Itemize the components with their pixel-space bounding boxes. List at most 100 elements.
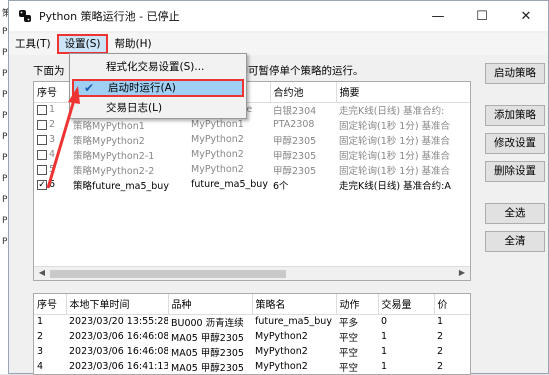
menu-item-trading-settings[interactable]: 程式化交易设置(S)... xyxy=(72,58,244,76)
python-icon xyxy=(17,8,33,24)
strategy-index: 6 xyxy=(49,179,56,190)
scroll-right-icon[interactable]: ▶ xyxy=(456,268,468,280)
strategy-index-cell: ✓ 6 xyxy=(34,177,70,192)
strategy-index-cell: 5 xyxy=(34,162,70,177)
strategy-index-cell: 4 xyxy=(34,147,70,162)
minimize-button[interactable]: — xyxy=(416,1,460,31)
strategy-pool-window: Python 策略运行池 - 已停止 — ☐ ✕ 工具(T) 设置(S) 帮助(… xyxy=(8,0,549,375)
strategy-index: 2 xyxy=(49,119,56,130)
strategy-checkbox[interactable] xyxy=(37,149,47,160)
order-strategy-cell: future_ma5_buy xyxy=(255,316,332,328)
order-price-cell: 2 xyxy=(437,331,444,342)
strategy-index: 3 xyxy=(49,134,56,145)
modify-settings-button[interactable]: 修改设置 xyxy=(485,133,545,154)
strategy-index: 1 xyxy=(49,104,56,116)
menu-item-run-on-start-label: 启动时运行(A) xyxy=(108,82,176,94)
order-action-cell: 平空 xyxy=(339,332,359,344)
menu-settings[interactable]: 设置(S) xyxy=(56,34,109,54)
order-index-cell: 3 xyxy=(37,346,44,357)
strategy-index: 4 xyxy=(49,149,56,160)
order-price-cell: 2 xyxy=(437,346,444,357)
horizontal-scrollbar[interactable]: ◀ ▶ xyxy=(34,266,470,280)
delete-settings-button[interactable]: 删除设置 xyxy=(485,161,545,182)
order-index-cell: 2 xyxy=(37,331,44,342)
strategy-checkbox[interactable] xyxy=(37,119,47,130)
col-order-volume[interactable]: 交易量 xyxy=(378,294,435,315)
clear-all-button[interactable]: 全清 xyxy=(485,231,545,252)
menu-item-trade-log[interactable]: 交易日志(L) xyxy=(72,99,244,117)
strategy-row[interactable]: 3 策略MyPython2 MyPython2 甲醇2305 固定轮询(1秒 1分) 基… xyxy=(34,132,470,147)
order-row[interactable]: 1 2023/03/20 13:55:28 BU000 沥青连续 future_ma5… xyxy=(34,314,470,329)
order-symbol-cell: BU000 沥青连续 xyxy=(171,317,244,329)
start-strategy-button[interactable]: 启动策略 xyxy=(485,63,545,84)
strategy-pool-cell: PTA2308 xyxy=(273,119,315,130)
order-row[interactable]: 3 2023/03/06 16:46:08 MA05 甲醇2305 MyPython2… xyxy=(34,344,470,359)
maximize-button[interactable]: ☐ xyxy=(460,1,504,31)
strategy-checkbox[interactable] xyxy=(37,164,47,175)
col-order-action[interactable]: 动作 xyxy=(336,294,379,315)
strategy-desc-cell: 走完K线(日线) 基准合约: xyxy=(339,105,445,117)
order-strategy-cell: MyPython2 xyxy=(255,331,308,342)
order-action-cell: 平空 xyxy=(339,347,359,359)
order-action-cell: 平多 xyxy=(339,317,359,329)
strategy-name-cell: 策略MyPython2-1 xyxy=(73,150,155,162)
strategy-pool-cell: 甲醇2305 xyxy=(273,135,317,147)
col-order-time[interactable]: 本地下单时间 xyxy=(66,294,169,315)
add-strategy-button[interactable]: 添加策略 xyxy=(485,105,545,126)
strategy-row[interactable]: 4 策略MyPython2-1 MyPython2 甲醇2305 固定轮询(1秒 1分)… xyxy=(34,147,470,162)
settings-menu: 程式化交易设置(S)... ✔ 启动时运行(A) 交易日志(L) xyxy=(69,53,247,119)
menu-item-run-on-start[interactable]: ✔ 启动时运行(A) xyxy=(72,79,244,97)
strategy-file-cell: MyPython1 xyxy=(191,119,244,130)
menu-tools[interactable]: 工具(T) xyxy=(9,34,57,54)
order-symbol-cell: MA05 甲醇2305 xyxy=(171,362,244,374)
strategy-file-cell: future_ma5_buy xyxy=(191,179,268,190)
order-volume-cell: 0 xyxy=(381,316,388,328)
col-order-index[interactable]: 序号 xyxy=(34,294,67,315)
col-index[interactable]: 序号 xyxy=(34,82,71,103)
strategy-name-cell: 策略future_ma5_buy xyxy=(73,180,169,192)
col-pool[interactable]: 合约池 xyxy=(270,82,337,103)
strategy-file-cell: MyPython2 xyxy=(191,149,244,160)
menu-bar: 工具(T) 设置(S) 帮助(H) xyxy=(9,33,548,55)
strategy-index: 5 xyxy=(49,164,56,175)
strategy-row[interactable]: ✓ 6 策略future_ma5_buy future_ma5_buy 6个 走完K线(日… xyxy=(34,177,470,192)
col-desc[interactable]: 摘要 xyxy=(336,82,470,103)
col-order-price[interactable]: 价 xyxy=(434,294,470,315)
strategy-file-cell: MyPython2 xyxy=(191,164,244,175)
scroll-thumb[interactable] xyxy=(50,270,286,278)
strategy-desc-cell: 固定轮询(1秒 1分) 基准合 xyxy=(339,165,451,177)
strategy-name-cell: 策略MyPython2-2 xyxy=(73,165,155,177)
strategy-desc-cell: 走完K线(日线) 基准合约:A xyxy=(339,180,451,192)
order-symbol-cell: MA05 甲醇2305 xyxy=(171,347,244,359)
order-symbol-cell: MA05 甲醇2305 xyxy=(171,332,244,344)
checkmark-icon: ✔ xyxy=(84,81,95,95)
strategy-row[interactable]: 5 策略MyPython2-2 MyPython2 甲醇2305 固定轮询(1秒 1分)… xyxy=(34,162,470,177)
order-price-cell: 1 xyxy=(437,316,444,328)
order-time-cell: 2023/03/20 13:55:28 xyxy=(69,316,168,328)
window-title: Python 策略运行池 - 已停止 xyxy=(39,10,180,23)
strategy-pool-cell: 甲醇2305 xyxy=(273,150,317,162)
scroll-left-icon[interactable]: ◀ xyxy=(36,268,48,280)
order-volume-cell: 1 xyxy=(381,346,388,357)
col-order-symbol[interactable]: 品种 xyxy=(168,294,253,315)
order-table: 序号 本地下单时间 品种 策略名 动作 交易量 价 1 2023/03/20 13… xyxy=(34,294,470,374)
strategy-name-cell: 策略MyPython1 xyxy=(73,120,145,132)
strategy-desc-cell: 固定轮询(1秒 1分) 基准合 xyxy=(339,120,451,132)
strategy-checkbox[interactable] xyxy=(37,104,47,115)
close-button[interactable]: ✕ xyxy=(504,1,548,31)
menu-help[interactable]: 帮助(H) xyxy=(108,34,157,54)
order-index-cell: 1 xyxy=(37,316,44,328)
strategy-checkbox[interactable]: ✓ xyxy=(37,179,47,190)
strategy-checkbox[interactable] xyxy=(37,134,47,145)
strategy-row[interactable]: 2 策略MyPython1 MyPython1 PTA2308 固定轮询(1秒 1分) … xyxy=(34,117,470,132)
hint-left: 下面为 xyxy=(33,65,65,77)
order-volume-cell: 1 xyxy=(381,331,388,342)
order-strategy-cell: MyPython2 xyxy=(255,361,308,372)
col-order-strategy[interactable]: 策略名 xyxy=(252,294,337,315)
strategy-file-cell: MyPython2 xyxy=(191,134,244,145)
strategy-index-cell: 1 xyxy=(34,102,70,117)
order-index-cell: 4 xyxy=(37,361,44,372)
select-all-button[interactable]: 全选 xyxy=(485,203,545,224)
order-row[interactable]: 4 2023/03/06 16:41:13 MA05 甲醇2305 MyPython2… xyxy=(34,359,470,374)
order-row[interactable]: 2 2023/03/06 16:46:08 MA05 甲醇2305 MyPython2… xyxy=(34,329,470,344)
